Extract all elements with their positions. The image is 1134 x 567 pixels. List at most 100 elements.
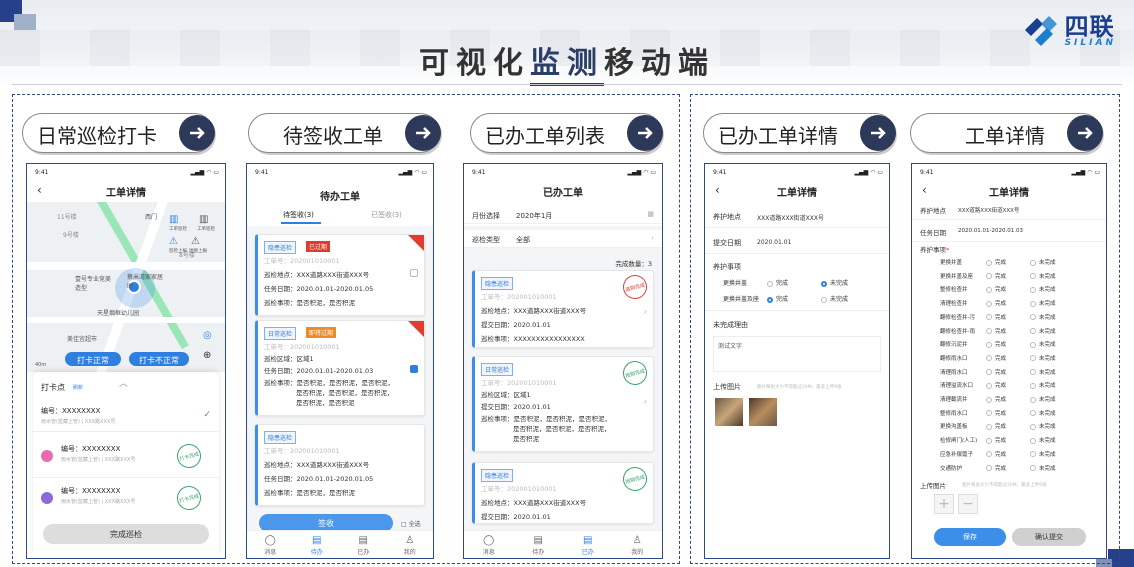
- pill-done-list[interactable]: 已办工单列表: [470, 113, 663, 153]
- radio-incomplete[interactable]: 未完成: [1030, 395, 1056, 403]
- radio-incomplete[interactable]: 未完成: [1030, 258, 1056, 266]
- radio-incomplete[interactable]: 未完成: [821, 294, 848, 303]
- building-icon[interactable]: ▥: [199, 214, 208, 225]
- radio-incomplete[interactable]: 未完成: [1030, 340, 1056, 348]
- compass-icon[interactable]: ◎: [203, 330, 212, 341]
- radio-incomplete[interactable]: 未完成: [1030, 409, 1056, 417]
- radio-complete[interactable]: 完成: [986, 450, 1006, 458]
- radio-incomplete[interactable]: 未完成: [1030, 272, 1056, 280]
- radio-icon: [986, 423, 992, 430]
- radio-complete[interactable]: 完成: [986, 258, 1006, 266]
- radio-icon: [986, 314, 992, 321]
- order-card[interactable]: 日常巡检 工单号：202001010001 巡检区域：区域1 提交日期：2020…: [472, 356, 654, 452]
- finish-inspection-button[interactable]: 完成巡检: [43, 524, 209, 544]
- radio-complete[interactable]: 完成: [986, 313, 1006, 321]
- order-card[interactable]: 日常巡检 即将过期 工单号：202001010001 巡检区域：区域1 任务日期…: [255, 320, 425, 416]
- order-line: 巡检地点：XXX道路XXX街道XXX号: [264, 461, 370, 469]
- radio-complete[interactable]: 完成: [986, 299, 1006, 307]
- reason-textarea[interactable]: 测试文字: [713, 336, 881, 372]
- month-filter[interactable]: 月份选择 2020年1月 ▦: [464, 206, 662, 224]
- save-button[interactable]: 保存: [934, 528, 1006, 546]
- list-item[interactable]: 编号：XXXXXXXX 雨水管(蓝藏上管) | XXX路XXX号 打卡完成: [33, 480, 219, 520]
- radio-incomplete[interactable]: 未完成: [1030, 285, 1056, 293]
- radio-incomplete[interactable]: 未完成: [821, 278, 848, 287]
- arrow-right-icon[interactable]: [1067, 115, 1103, 151]
- select-checkbox[interactable]: [410, 365, 418, 373]
- radio-icon: [986, 465, 992, 471]
- radio-complete[interactable]: 完成: [986, 368, 1006, 376]
- tab-pending[interactable]: 待签收(3): [283, 210, 314, 220]
- list-item[interactable]: 编号：XXXXXXXX 雨水管(蓝藏上管) | XXX路XXX号 打卡完成: [33, 438, 219, 478]
- radio-incomplete[interactable]: 未完成: [1030, 381, 1056, 389]
- radio-incomplete[interactable]: 未完成: [1030, 450, 1056, 458]
- select-all-checkbox[interactable]: □ 全选: [401, 519, 421, 528]
- remove-photo-icon[interactable]: −: [958, 494, 978, 514]
- radio-incomplete[interactable]: 未完成: [1030, 422, 1056, 430]
- radio-complete[interactable]: 完成: [986, 464, 1006, 472]
- radio-complete[interactable]: 完成: [986, 354, 1006, 362]
- photo-thumbnail[interactable]: [749, 398, 777, 426]
- checkin-abnormal-button[interactable]: 打卡不正常: [129, 352, 189, 366]
- add-photo-icon[interactable]: +: [934, 494, 954, 514]
- arrow-right-icon[interactable]: [860, 115, 896, 151]
- chevron-up-icon[interactable]: ︿: [119, 376, 128, 389]
- tab-signed[interactable]: 已签收(3): [371, 210, 402, 220]
- nav-done[interactable]: ▤ 已办: [357, 531, 369, 558]
- radio-complete[interactable]: 完成: [986, 340, 1006, 348]
- radio-incomplete[interactable]: 未完成: [1030, 354, 1056, 362]
- order-card[interactable]: 隐患巡检 工单号：202001010001 巡检地点：XXX道路XXX街道XXX…: [472, 462, 654, 524]
- radio-incomplete[interactable]: 未完成: [1030, 436, 1056, 444]
- item-name: 更换井盖及座: [723, 296, 760, 303]
- type-filter[interactable]: 巡检类型 全部 ›: [464, 230, 662, 248]
- photo-thumbnail[interactable]: [715, 398, 743, 426]
- radio-incomplete[interactable]: 未完成: [1030, 299, 1056, 307]
- locate-icon[interactable]: ⊕: [203, 350, 211, 361]
- radio-incomplete[interactable]: 未完成: [1030, 327, 1056, 335]
- radio-incomplete[interactable]: 未完成: [1030, 313, 1056, 321]
- arrow-right-icon[interactable]: [405, 115, 441, 151]
- radio-incomplete[interactable]: 未完成: [1030, 464, 1056, 472]
- submit-button[interactable]: 确认提交: [1012, 528, 1086, 546]
- pill-pending-orders[interactable]: 待签收工单: [248, 113, 441, 153]
- radio-incomplete[interactable]: 未完成: [1030, 368, 1056, 376]
- radio-complete[interactable]: 完成: [767, 294, 788, 303]
- order-card[interactable]: 隐患巡检 工单号：202001010001 巡检地点：XXX道路XXX街道XXX…: [255, 424, 425, 506]
- arrow-right-icon[interactable]: [627, 115, 663, 151]
- nav-todo[interactable]: ▤ 待办: [532, 531, 544, 558]
- building-icon[interactable]: ▥: [169, 214, 178, 225]
- order-card[interactable]: 隐患巡检 已过期 工单号：202001010001 巡检地点：XXX道路XXX街…: [255, 234, 425, 316]
- radio-complete[interactable]: 完成: [986, 285, 1006, 293]
- map-view[interactable]: 11号楼 9号楼 西门 8号楼 蔡米湾家家居时 壹号专业竞美造型 天星烟框幼儿园…: [27, 202, 225, 372]
- list-item[interactable]: 编号：XXXXXXXX 雨水管(蓝藏上管) | XXX路XXX号 ✓: [33, 402, 219, 432]
- item-row: 翻修沉泥井 完成 未完成: [940, 340, 1100, 348]
- warning-icon[interactable]: ⚠: [191, 236, 200, 247]
- refresh-link[interactable]: 刷新: [73, 384, 83, 391]
- pill-daily-checkin[interactable]: 日常巡检打卡: [22, 113, 215, 153]
- warning-icon[interactable]: ⚠: [169, 236, 178, 247]
- tag-hazard: 隐患巡检: [481, 469, 514, 482]
- nav-me[interactable]: ♙ 我的: [631, 531, 643, 558]
- nav-messages[interactable]: ◯ 消息: [483, 531, 495, 558]
- nav-me[interactable]: ♙ 我的: [404, 531, 416, 558]
- arrow-right-icon[interactable]: [179, 115, 215, 151]
- radio-complete[interactable]: 完成: [986, 381, 1006, 389]
- radio-complete[interactable]: 完成: [986, 327, 1006, 335]
- item-row: 清理截流井 完成 未完成: [940, 395, 1100, 403]
- radio-complete[interactable]: 完成: [986, 395, 1006, 403]
- nav-done[interactable]: ▤ 已办: [582, 531, 594, 558]
- radio-complete[interactable]: 完成: [767, 278, 788, 287]
- order-line: 任务日期：2020.01.01-2020.01.03: [264, 367, 374, 375]
- radio-icon: [986, 286, 992, 293]
- pill-done-detail[interactable]: 已办工单详情: [703, 113, 896, 153]
- radio-complete[interactable]: 完成: [986, 272, 1006, 280]
- order-card[interactable]: 隐患巡检 工单号：202001010001 巡检地点：XXX道路XXX街道XXX…: [472, 270, 654, 348]
- nav-messages[interactable]: ◯ 消息: [264, 531, 276, 558]
- item-name: 更换沟盖板: [940, 424, 968, 431]
- radio-complete[interactable]: 完成: [986, 409, 1006, 417]
- select-checkbox[interactable]: [410, 269, 418, 277]
- radio-complete[interactable]: 完成: [986, 436, 1006, 444]
- radio-complete[interactable]: 完成: [986, 422, 1006, 430]
- nav-todo[interactable]: ▤ 待办: [311, 531, 323, 558]
- pill-order-detail[interactable]: 工单详情: [910, 113, 1103, 153]
- checkin-normal-button[interactable]: 打卡正常: [65, 352, 121, 366]
